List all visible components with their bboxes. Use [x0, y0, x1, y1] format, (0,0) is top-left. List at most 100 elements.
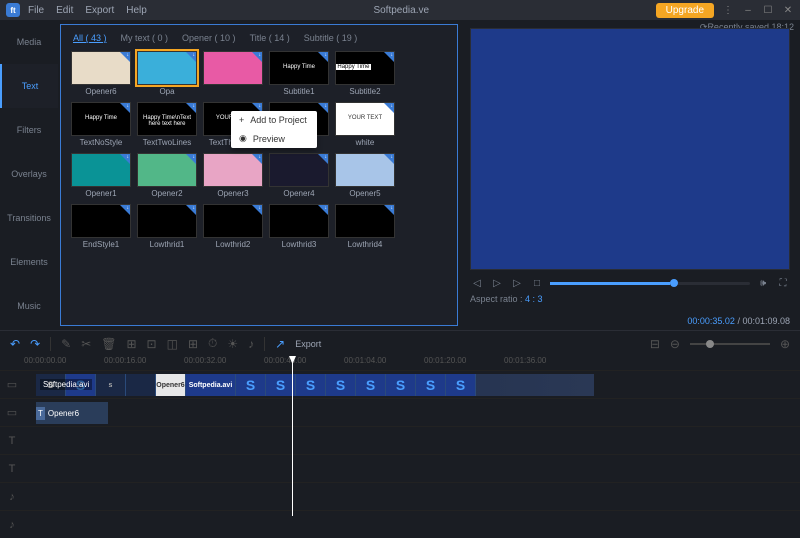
- download-icon[interactable]: [318, 103, 328, 113]
- download-icon[interactable]: [252, 52, 262, 62]
- crop-icon[interactable]: ◫: [167, 337, 178, 351]
- thumb-item[interactable]: Happy TimeSubtitle1: [269, 51, 329, 96]
- thumb-item[interactable]: YOUR TEXTwhite: [335, 102, 395, 147]
- zoom-in-icon[interactable]: ⊕: [780, 337, 790, 351]
- sidebar-item-filters[interactable]: Filters: [0, 108, 58, 152]
- edit-icon[interactable]: ✎: [61, 337, 71, 351]
- fit-icon[interactable]: ⊟: [650, 337, 660, 351]
- download-icon[interactable]: [186, 154, 196, 164]
- audio2-track-icon[interactable]: ♪: [0, 519, 24, 531]
- text2-track-icon[interactable]: T: [0, 435, 24, 447]
- thumb-item[interactable]: EndStyle1: [71, 204, 131, 249]
- text3-track-icon[interactable]: T: [0, 463, 24, 475]
- menu-export[interactable]: Export: [85, 5, 114, 16]
- export-icon[interactable]: ↗: [275, 337, 285, 351]
- menu-help[interactable]: Help: [126, 5, 147, 16]
- clip-label: Softpedia.avi: [40, 379, 92, 390]
- sidebar-item-text[interactable]: Text: [0, 64, 58, 108]
- thumb-item[interactable]: Opener6: [71, 51, 131, 96]
- download-icon[interactable]: [120, 205, 130, 215]
- thumb-label: Subtitle1: [269, 87, 329, 96]
- download-icon[interactable]: [384, 205, 394, 215]
- audio-track-icon[interactable]: ♪: [0, 491, 24, 503]
- thumb-item[interactable]: Lowthrid1: [137, 204, 197, 249]
- thumb-item[interactable]: Happy TimeTextNoStyle: [71, 102, 131, 147]
- download-icon[interactable]: [318, 205, 328, 215]
- video-clip[interactable]: S S s Opener6 Softpedia.avi SSS SSS SS: [36, 374, 594, 396]
- ctx-preview[interactable]: ◉Preview: [231, 129, 317, 148]
- ctx-add-to-project[interactable]: +Add to Project: [231, 111, 317, 129]
- menu-edit[interactable]: Edit: [56, 5, 73, 16]
- text-icon: T: [36, 407, 45, 420]
- tool4-icon[interactable]: ☀: [227, 337, 238, 351]
- thumb-item[interactable]: Opa: [137, 51, 197, 96]
- settings-icon[interactable]: ⋮: [722, 4, 734, 16]
- download-icon[interactable]: [120, 52, 130, 62]
- sidebar-item-elements[interactable]: Elements: [0, 240, 58, 284]
- cut-icon[interactable]: ✂: [81, 337, 91, 351]
- tab-opener[interactable]: Opener ( 10 ): [182, 33, 236, 43]
- sidebar-item-overlays[interactable]: Overlays: [0, 152, 58, 196]
- download-icon[interactable]: [384, 154, 394, 164]
- thumb-item[interactable]: Happy Time\nText here text hereTextTwoLi…: [137, 102, 197, 147]
- thumb-item[interactable]: Lowthrid4: [335, 204, 395, 249]
- stop-button[interactable]: □: [530, 276, 544, 290]
- thumb-item[interactable]: Opener1: [71, 153, 131, 198]
- download-icon[interactable]: [120, 103, 130, 113]
- download-icon[interactable]: [252, 154, 262, 164]
- thumb-item[interactable]: Opener5: [335, 153, 395, 198]
- download-icon[interactable]: [186, 205, 196, 215]
- thumb-item[interactable]: Opener4: [269, 153, 329, 198]
- tab-subtitle[interactable]: Subtitle ( 19 ): [304, 33, 358, 43]
- text-clip[interactable]: T Opener6: [36, 402, 108, 424]
- tab-title[interactable]: Title ( 14 ): [250, 33, 290, 43]
- progress-bar[interactable]: [550, 282, 750, 285]
- thumb-item[interactable]: Opener3: [203, 153, 263, 198]
- text-track-icon[interactable]: ▭: [0, 406, 24, 419]
- fullscreen-icon[interactable]: ⛶: [776, 276, 790, 290]
- download-icon[interactable]: [186, 103, 196, 113]
- thumb-item[interactable]: Lowthrid2: [203, 204, 263, 249]
- download-icon[interactable]: [384, 103, 394, 113]
- tab-all[interactable]: All ( 43 ): [73, 33, 107, 43]
- audio-icon[interactable]: ♪: [248, 337, 254, 351]
- thumb-item[interactable]: Opener2: [137, 153, 197, 198]
- download-icon[interactable]: [318, 154, 328, 164]
- export-button[interactable]: Export: [295, 339, 321, 349]
- next-button[interactable]: ▷: [510, 276, 524, 290]
- maximize-icon[interactable]: ☐: [762, 4, 774, 16]
- play-button[interactable]: ▷: [490, 276, 504, 290]
- zoom-out-icon[interactable]: ⊖: [670, 337, 680, 351]
- thumb-label: TextTwoLines: [137, 138, 197, 147]
- download-icon[interactable]: [384, 52, 394, 62]
- undo-button[interactable]: ↶: [10, 337, 20, 351]
- download-icon[interactable]: [252, 205, 262, 215]
- context-menu: +Add to Project ◉Preview: [231, 111, 317, 148]
- tool2-icon[interactable]: ⊡: [147, 337, 157, 351]
- prev-button[interactable]: ◁: [470, 276, 484, 290]
- thumb-item[interactable]: Happy TimeSubtitle2: [335, 51, 395, 96]
- speed-icon[interactable]: ⏱: [208, 336, 217, 351]
- volume-icon[interactable]: 🕪: [756, 276, 770, 290]
- redo-button[interactable]: ↷: [30, 337, 40, 351]
- tab-my-text[interactable]: My text ( 0 ): [121, 33, 169, 43]
- menu-file[interactable]: File: [28, 5, 44, 16]
- upgrade-button[interactable]: Upgrade: [656, 3, 714, 18]
- tool3-icon[interactable]: ⊞: [188, 337, 198, 351]
- sidebar-item-media[interactable]: Media: [0, 20, 58, 64]
- video-track-icon[interactable]: ▭: [0, 378, 24, 391]
- download-icon[interactable]: [186, 52, 196, 62]
- zoom-slider[interactable]: [690, 343, 770, 345]
- close-icon[interactable]: ✕: [782, 4, 794, 16]
- download-icon[interactable]: [120, 154, 130, 164]
- download-icon[interactable]: [318, 52, 328, 62]
- playhead[interactable]: [292, 356, 293, 516]
- thumb-label: Opa: [137, 87, 197, 96]
- delete-icon[interactable]: 🗑: [101, 337, 116, 351]
- sidebar-item-music[interactable]: Music: [0, 284, 58, 328]
- sidebar-item-transitions[interactable]: Transitions: [0, 196, 58, 240]
- minimize-icon[interactable]: –: [742, 4, 754, 16]
- thumb-item[interactable]: [203, 51, 263, 96]
- tool-icon[interactable]: ⊞: [126, 337, 136, 351]
- thumb-item[interactable]: Lowthrid3: [269, 204, 329, 249]
